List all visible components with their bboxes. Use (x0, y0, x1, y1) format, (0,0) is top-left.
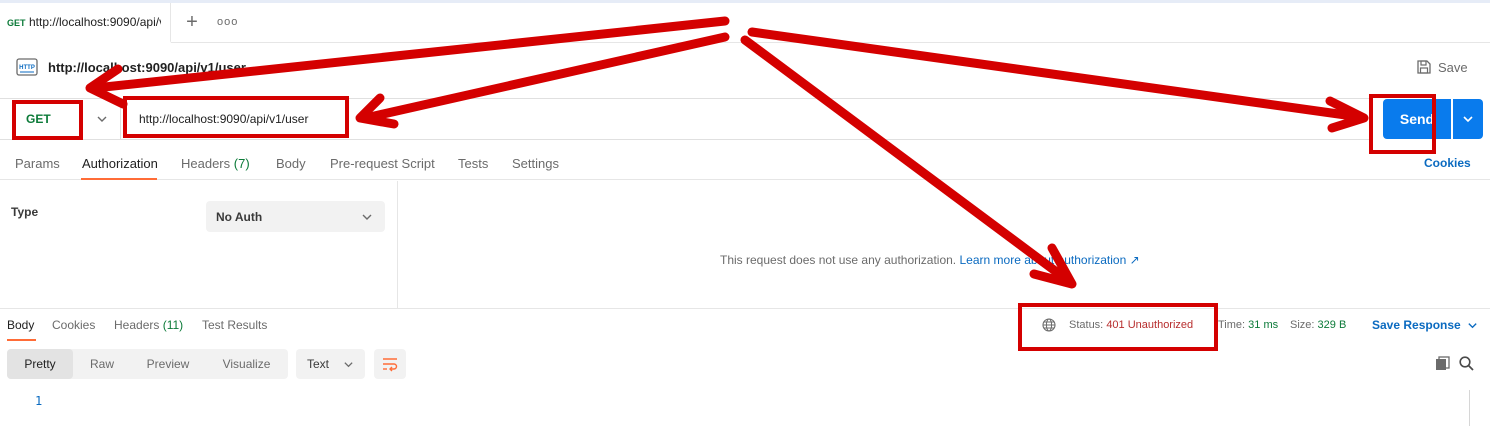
chevron-down-icon (344, 362, 353, 368)
save-response-label: Save Response (1372, 318, 1461, 332)
svg-text:HTTP: HTTP (19, 65, 35, 71)
auth-type-label: Type (11, 205, 39, 219)
size-readout[interactable]: Size: 329 B (1290, 319, 1346, 331)
cookies-link[interactable]: Cookies (1424, 156, 1471, 170)
size-value: 329 B (1317, 319, 1347, 331)
response-tab-body[interactable]: Body (7, 318, 34, 332)
tab-headers-label: Headers (181, 156, 231, 171)
more-icon[interactable]: ooo (217, 12, 237, 32)
view-visualize-button[interactable]: Visualize (205, 349, 288, 379)
auth-type-value: No Auth (216, 210, 263, 224)
globe-icon[interactable] (1042, 318, 1056, 332)
request-tab[interactable]: GET http://localhost:9090/api/v1/user (0, 3, 171, 43)
time-readout[interactable]: Time: 31 ms (1218, 319, 1278, 331)
status-value: 401 Unauthorized (1106, 319, 1194, 331)
tab-headers-count: (7) (233, 156, 250, 171)
view-pretty-button[interactable]: Pretty (7, 349, 73, 379)
status-label: Status: (1069, 319, 1104, 331)
size-label: Size: (1290, 319, 1315, 331)
tab-settings[interactable]: Settings (512, 156, 559, 171)
url-input[interactable]: http://localhost:9090/api/v1/user (127, 104, 347, 134)
chevron-down-icon (362, 214, 372, 220)
divider (120, 99, 121, 139)
response-tab-test-results[interactable]: Test Results (202, 318, 267, 332)
search-icon[interactable] (1459, 356, 1474, 371)
chevron-down-icon (1468, 322, 1477, 328)
active-tab-indicator (7, 339, 36, 341)
response-headers-label: Headers (114, 318, 160, 332)
save-button[interactable]: Save (1416, 58, 1468, 76)
time-label: Time: (1218, 319, 1246, 331)
divider (0, 308, 1490, 309)
wrap-lines-icon (383, 358, 398, 372)
active-tab-indicator (81, 178, 157, 180)
tab-headers[interactable]: Headers (7) (181, 156, 250, 171)
response-format-select[interactable]: Text (296, 349, 365, 379)
auth-type-select[interactable]: No Auth (206, 201, 385, 232)
response-tab-cookies[interactable]: Cookies (52, 318, 95, 332)
tab-method-label: GET (7, 18, 26, 28)
tab-title: http://localhost:9090/api/v1/user (29, 15, 161, 29)
response-format-value: Text (307, 357, 330, 371)
copy-icon[interactable] (1435, 356, 1450, 371)
tab-authorization[interactable]: Authorization (82, 156, 158, 171)
chevron-down-icon (1463, 116, 1473, 123)
chevron-down-icon (97, 116, 107, 122)
save-icon (1417, 60, 1431, 74)
method-label: GET (26, 112, 51, 126)
response-view-toggle: Pretty Raw Preview Visualize (7, 349, 288, 379)
view-raw-button[interactable]: Raw (73, 349, 131, 379)
tab-tests[interactable]: Tests (458, 156, 488, 171)
wrap-lines-button[interactable] (374, 349, 406, 379)
line-number: 1 (35, 394, 43, 408)
response-headers-count: (11) (162, 318, 184, 332)
request-tabs: Params Authorization Headers (7) Body Pr… (0, 148, 1490, 180)
method-select[interactable]: GET (14, 101, 116, 137)
save-response-button[interactable]: Save Response (1372, 318, 1478, 332)
learn-more-link[interactable]: Learn more about authorization ↗ (960, 253, 1140, 267)
scrollbar[interactable] (1469, 390, 1470, 426)
plus-icon[interactable]: + (182, 11, 202, 33)
send-options-button[interactable] (1453, 99, 1483, 139)
auth-message: This request does not use any authorizat… (720, 253, 1140, 267)
tab-bar: GET http://localhost:9090/api/v1/user + … (0, 3, 1490, 43)
view-preview-button[interactable]: Preview (131, 349, 205, 379)
status-readout[interactable]: Status: 401 Unauthorized (1069, 319, 1193, 331)
tab-prerequest-script[interactable]: Pre-request Script (330, 156, 435, 171)
save-label: Save (1438, 59, 1468, 75)
tab-body[interactable]: Body (276, 156, 306, 171)
auth-message-text: This request does not use any authorizat… (720, 253, 957, 267)
http-icon: HTTP (16, 58, 38, 76)
send-button[interactable]: Send (1383, 99, 1451, 139)
tab-params[interactable]: Params (15, 156, 60, 171)
time-value: 31 ms (1248, 319, 1279, 331)
response-tab-headers[interactable]: Headers (11) (114, 318, 183, 332)
request-title: http://localhost:9090/api/v1/user (48, 60, 246, 75)
